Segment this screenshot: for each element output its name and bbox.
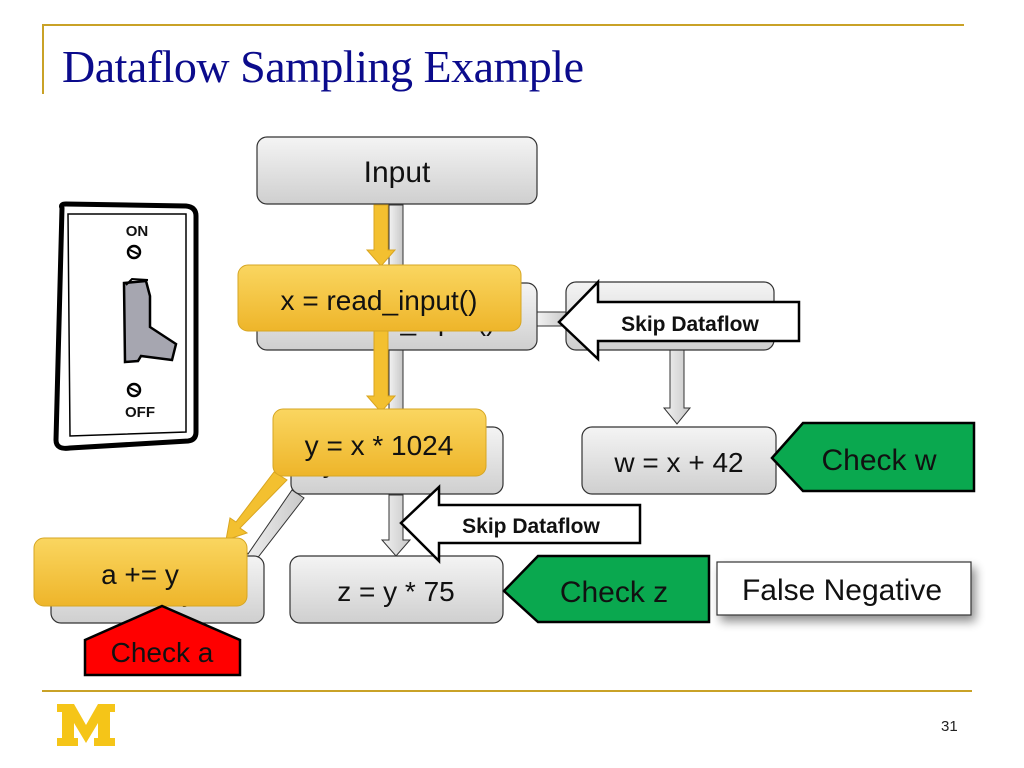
- false-negative-box: False Negative: [716, 561, 972, 616]
- false-negative-label: False Negative: [742, 574, 942, 607]
- footer-rule: [42, 690, 972, 692]
- check-z-callout: Check z: [502, 554, 711, 624]
- check-a-label: Check a: [111, 637, 214, 668]
- node-z[interactable]: z = y * 75: [289, 555, 504, 624]
- node-a-yellow[interactable]: a += y: [33, 537, 248, 607]
- light-switch-icon: ON OFF: [53, 201, 199, 451]
- node-z-label: z = y * 75: [337, 576, 455, 607]
- switch-on-label: ON: [126, 223, 149, 240]
- pipe-skip-w: [662, 349, 692, 425]
- skip-dataflow-callout-2: Skip Dataflow: [399, 484, 642, 565]
- university-logo: [57, 704, 115, 746]
- check-w-label: Check w: [821, 444, 936, 477]
- node-a-yellow-label: a += y: [101, 559, 179, 590]
- node-w[interactable]: w = x + 42: [581, 426, 777, 495]
- skip-dataflow-label-1: Skip Dataflow: [621, 313, 759, 336]
- skip-dataflow-label-2: Skip Dataflow: [462, 515, 600, 538]
- page-number: 31: [941, 718, 958, 735]
- node-y-yellow[interactable]: y = x * 1024: [272, 408, 487, 477]
- node-read-input-yellow-label: x = read_input(): [281, 285, 478, 316]
- node-input[interactable]: Input: [256, 136, 538, 205]
- node-input-label: Input: [364, 156, 431, 189]
- check-w-callout: Check w: [770, 421, 976, 493]
- node-y-yellow-label: y = x * 1024: [305, 430, 454, 461]
- check-z-label: Check z: [560, 576, 668, 609]
- node-read-input-yellow[interactable]: x = read_input(): [237, 264, 522, 332]
- dataflow-diagram: ON OFF Input x = read_input(): [33, 136, 976, 677]
- node-w-label: w = x + 42: [613, 447, 743, 478]
- switch-off-label: OFF: [125, 404, 155, 421]
